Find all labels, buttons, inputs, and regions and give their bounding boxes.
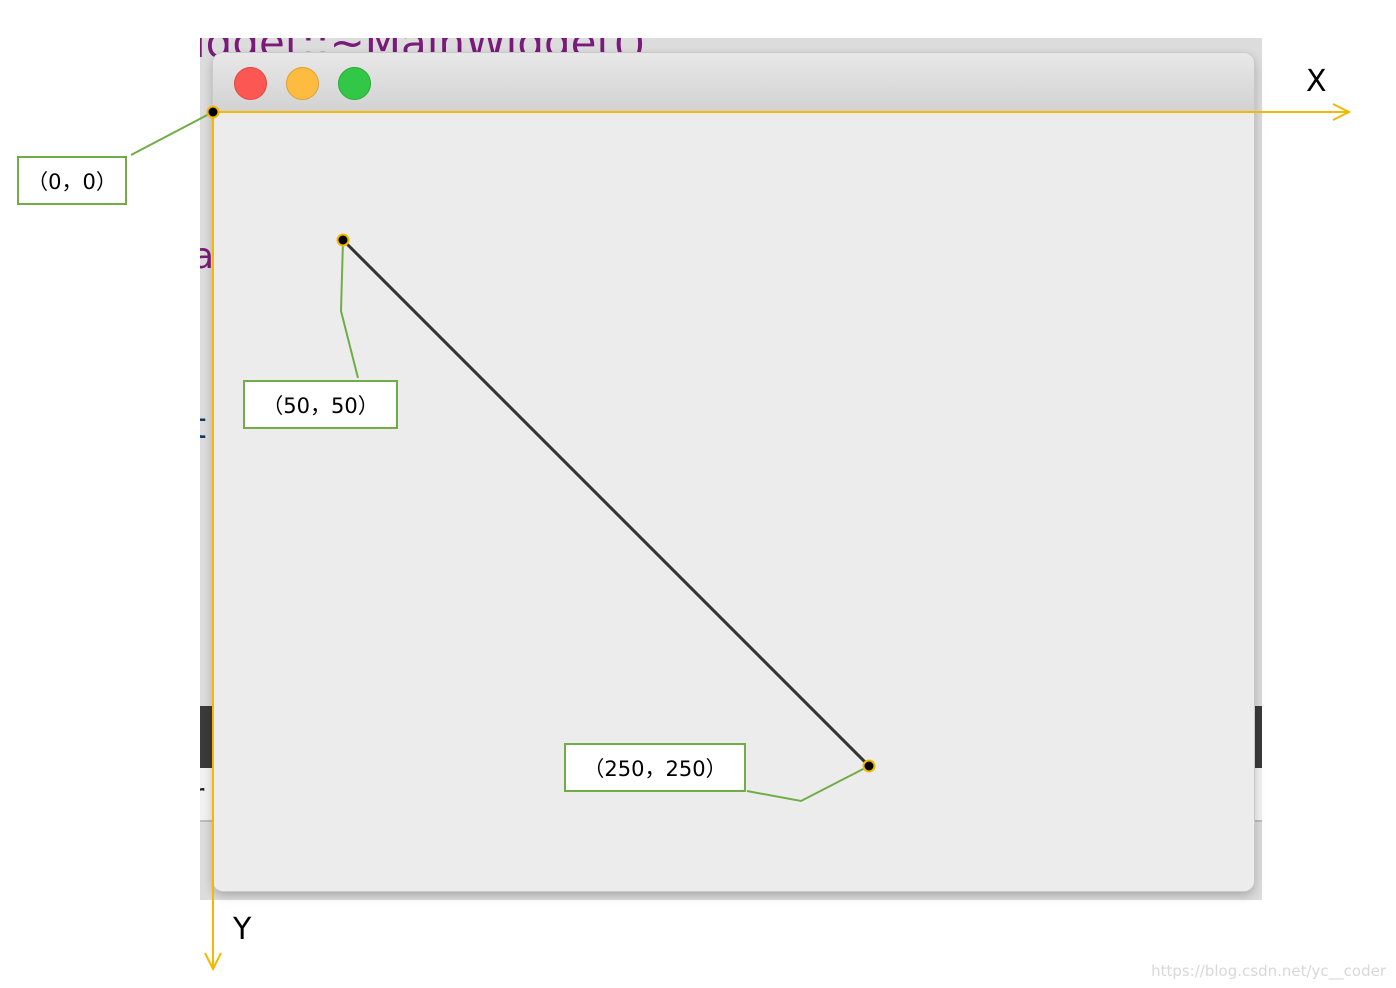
drawn-line: [341, 238, 871, 768]
y-axis-label: Y: [233, 912, 252, 947]
end-point: [862, 759, 876, 773]
start-point-label: （50，50）: [243, 380, 398, 429]
origin-point: [206, 105, 220, 119]
coordinate-overlay: [130, 103, 1352, 972]
end-point-label: （250，250）: [564, 743, 746, 792]
origin-label: （0，0）: [17, 156, 127, 205]
end-callout-leader: [746, 765, 870, 803]
origin-callout-leader: [130, 111, 214, 156]
x-axis-label: X: [1306, 64, 1327, 99]
watermark: https://blog.csdn.net/yc__coder: [1151, 962, 1386, 980]
start-callout-leader: [339, 239, 359, 379]
start-point: [336, 233, 350, 247]
